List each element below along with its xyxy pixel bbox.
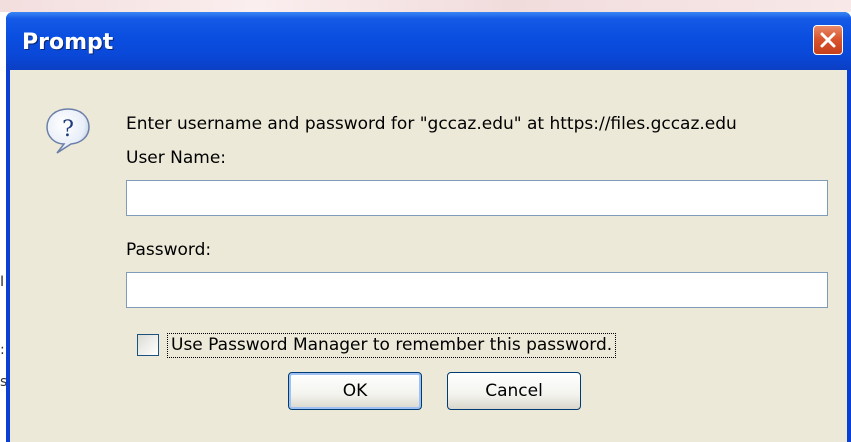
ok-button[interactable]: OK (288, 372, 422, 410)
password-label: Password: (126, 240, 212, 260)
dialog-body: ? Enter username and password for "gccaz… (10, 70, 847, 442)
username-input[interactable] (126, 180, 828, 216)
remember-password-checkbox[interactable] (137, 334, 159, 356)
svg-text:?: ? (62, 117, 74, 142)
cancel-button[interactable]: Cancel (447, 372, 581, 410)
password-input[interactable] (126, 272, 828, 308)
prompt-message: Enter username and password for "gccaz.e… (126, 114, 737, 134)
title-bar[interactable]: Prompt (6, 12, 851, 70)
close-icon (820, 32, 836, 48)
background-page-strip (0, 0, 851, 12)
background-glyph: I (0, 274, 5, 290)
username-label: User Name: (126, 148, 227, 168)
prompt-dialog: Prompt ? Enter username and password for… (6, 12, 851, 442)
background-glyph: : (0, 342, 5, 358)
remember-password-label[interactable]: Use Password Manager to remember this pa… (167, 333, 617, 358)
close-button[interactable] (813, 25, 843, 55)
dialog-title: Prompt (22, 30, 114, 55)
question-icon: ? (46, 108, 90, 154)
